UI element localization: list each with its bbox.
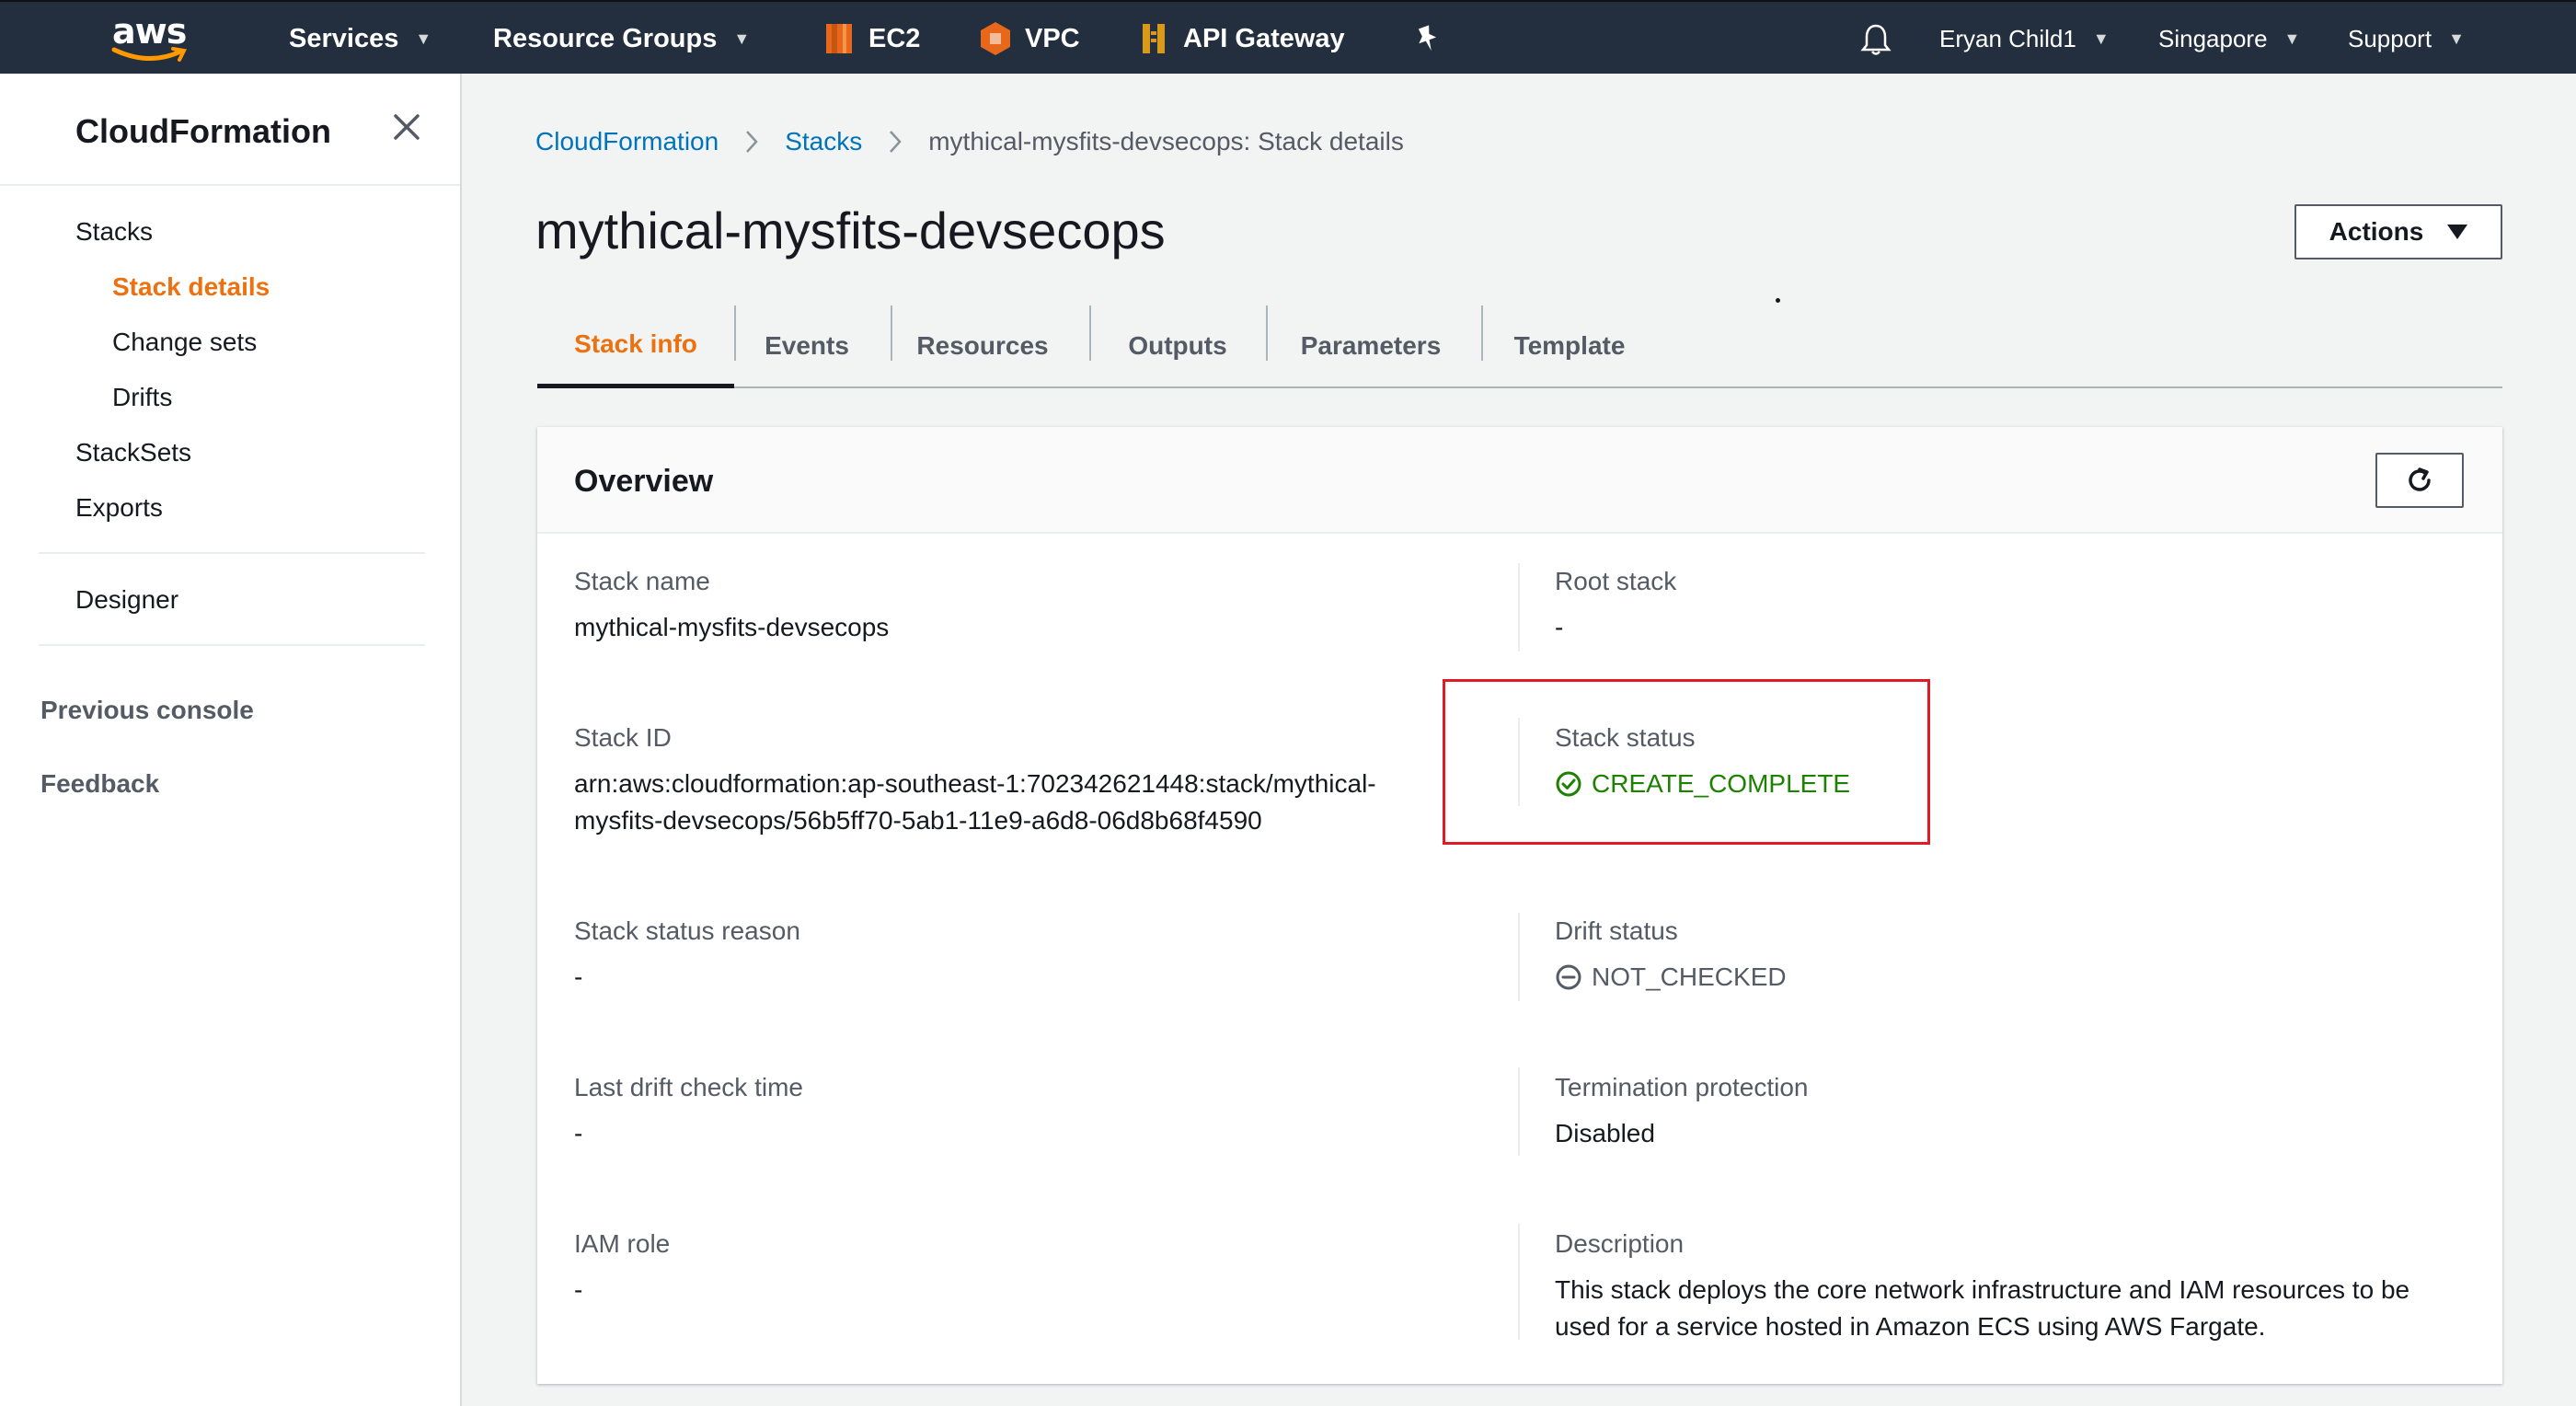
caret-down-icon: [2447, 225, 2468, 239]
highlight-box: [1443, 679, 1930, 845]
chevron-down-icon: ▼: [415, 29, 432, 48]
bell-icon[interactable]: [1860, 22, 1892, 57]
api-gateway-icon: [1143, 24, 1165, 53]
sidebar-item-drifts[interactable]: Drifts: [112, 383, 172, 412]
column-divider: [1518, 913, 1520, 1001]
field-iam-role: IAM role -: [574, 1229, 671, 1304]
actions-button[interactable]: Actions: [2294, 204, 2502, 259]
shortcut-ec2[interactable]: EC2: [822, 2, 920, 75]
sidebar-item-designer[interactable]: Designer: [75, 585, 178, 615]
chevron-down-icon: ▼: [2092, 29, 2110, 48]
sidebar-divider: [0, 184, 460, 186]
overview-panel: Overview Stack name mythical-mysfits-dev…: [537, 427, 2502, 1384]
close-icon[interactable]: [390, 110, 423, 144]
overview-title: Overview: [574, 464, 714, 499]
stray-dot: [1776, 298, 1780, 303]
sidebar-item-change-sets[interactable]: Change sets: [112, 328, 257, 357]
tab-template[interactable]: Template: [1483, 304, 1656, 388]
sidebar-item-stack-details[interactable]: Stack details: [112, 272, 270, 302]
shortcut-api-gateway[interactable]: API Gateway: [1137, 2, 1345, 75]
sidebar: CloudFormation Stacks Stack details Chan…: [0, 74, 462, 1406]
breadcrumb-cloudformation[interactable]: CloudFormation: [535, 127, 719, 156]
resource-groups-menu[interactable]: Resource Groups ▼: [493, 2, 750, 75]
tab-resources[interactable]: Resources: [892, 304, 1073, 388]
sidebar-divider: [39, 644, 425, 646]
support-menu[interactable]: Support ▼: [2348, 2, 2465, 75]
sidebar-title: CloudFormation: [75, 112, 331, 150]
chevron-down-icon: ▼: [2448, 29, 2465, 48]
field-drift-status: Drift status NOT_CHECKED: [1555, 916, 1787, 991]
sidebar-item-stacks[interactable]: Stacks: [75, 217, 153, 247]
refresh-button[interactable]: [2375, 453, 2464, 508]
vpc-icon: [981, 22, 1010, 55]
chevron-down-icon: ▼: [2283, 29, 2301, 48]
refresh-icon: [2409, 467, 2431, 491]
sidebar-item-exports[interactable]: Exports: [75, 493, 163, 523]
page-title: mythical-mysfits-devsecops: [535, 202, 1166, 259]
column-divider: [1518, 1224, 1520, 1340]
field-stack-status-reason: Stack status reason -: [574, 916, 800, 991]
breadcrumb: CloudFormation Stacks mythical-mysfits-d…: [535, 123, 1404, 160]
field-stack-name: Stack name mythical-mysfits-devsecops: [574, 567, 890, 641]
tab-outputs[interactable]: Outputs: [1091, 304, 1264, 388]
shortcut-vpc[interactable]: VPC: [979, 2, 1080, 75]
chevron-right-icon: [890, 131, 902, 153]
field-description: Description This stack deploys the core …: [1555, 1229, 2410, 1341]
tab-events[interactable]: Events: [736, 304, 878, 388]
sidebar-item-stacksets[interactable]: StackSets: [75, 438, 191, 467]
sidebar-item-feedback[interactable]: Feedback: [40, 769, 159, 799]
overview-header: Overview: [537, 427, 2502, 534]
chevron-right-icon: [746, 131, 758, 153]
field-root-stack: Root stack -: [1555, 567, 1677, 641]
field-last-drift-check: Last drift check time -: [574, 1073, 803, 1147]
minus-circle-icon: [1556, 964, 1581, 990]
tab-bar: Stack info Events Resources Outputs Para…: [537, 304, 2502, 388]
services-menu[interactable]: Services ▼: [289, 2, 431, 75]
region-menu[interactable]: Singapore ▼: [2158, 2, 2300, 75]
chevron-down-icon: ▼: [733, 29, 751, 48]
aws-logo[interactable]: aws: [109, 11, 201, 66]
tab-stack-info[interactable]: Stack info: [537, 304, 734, 388]
breadcrumb-current: mythical-mysfits-devsecops: Stack detail…: [928, 127, 1404, 156]
tab-parameters[interactable]: Parameters: [1268, 304, 1474, 388]
field-termination-protection: Termination protection Disabled: [1555, 1073, 1809, 1147]
user-menu[interactable]: Eryan Child1 ▼: [1939, 2, 2110, 75]
column-divider: [1518, 563, 1520, 651]
column-divider: [1518, 1067, 1520, 1156]
breadcrumb-stacks[interactable]: Stacks: [785, 127, 862, 156]
aws-smile-icon: [111, 47, 187, 62]
ec2-icon: [826, 24, 852, 53]
sidebar-divider: [39, 552, 425, 554]
sidebar-item-previous-console[interactable]: Previous console: [40, 696, 254, 725]
pin-icon[interactable]: [1413, 24, 1441, 53]
field-stack-id: Stack ID arn:aws:cloudformation:ap-south…: [574, 723, 1376, 835]
top-navigation-bar: aws Services ▼ Resource Groups ▼ EC2 VPC: [0, 0, 2576, 74]
